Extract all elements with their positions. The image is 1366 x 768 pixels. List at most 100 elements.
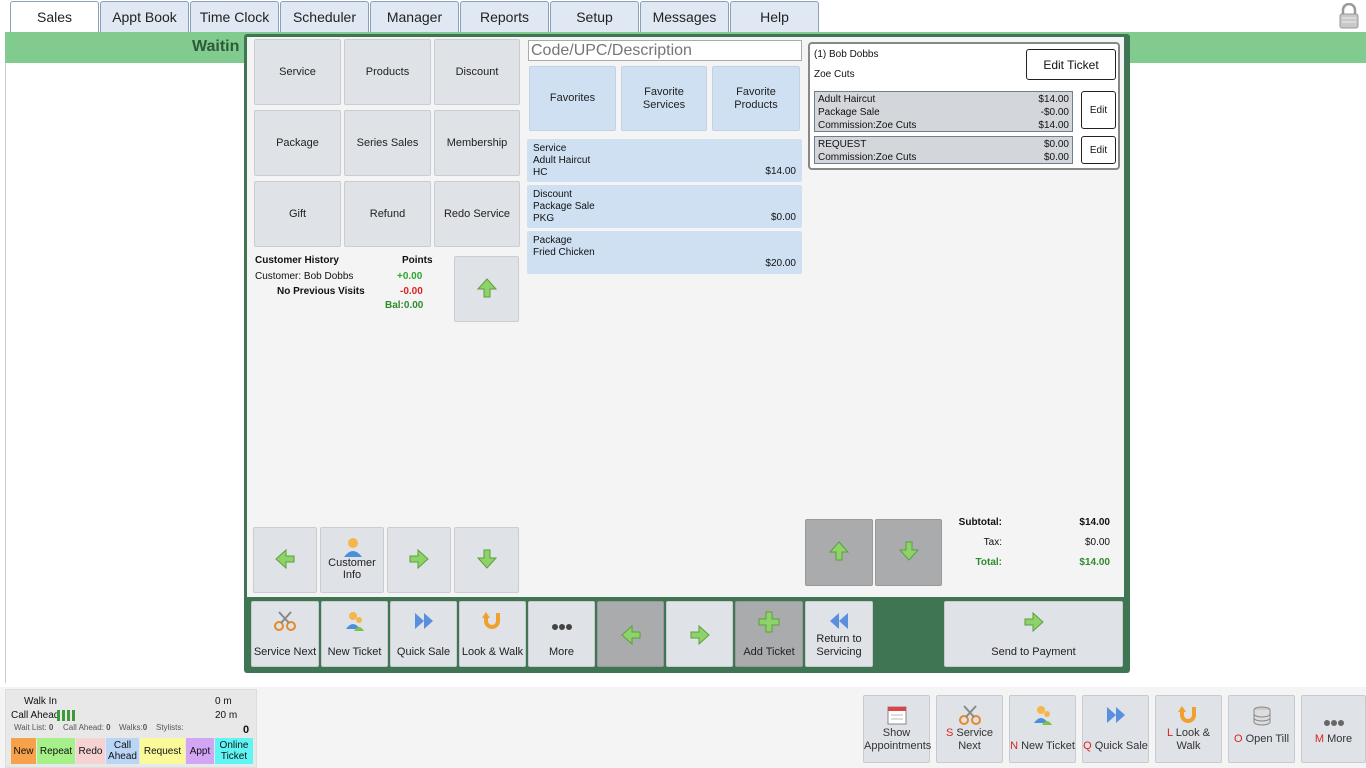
line-item-amount: $0.00 xyxy=(1043,139,1069,150)
add-ticket-button[interactable]: Add Ticket xyxy=(735,601,803,667)
search-input[interactable] xyxy=(528,40,802,61)
chip-redo[interactable]: Redo xyxy=(76,738,105,764)
bottom-more-label: M More xyxy=(1314,733,1353,745)
favorite-products-button[interactable]: Favorite Products xyxy=(712,66,800,131)
tab-scheduler[interactable]: Scheduler xyxy=(280,1,369,32)
lock-icon[interactable] xyxy=(1338,2,1360,29)
total-row: Total: $14.00 xyxy=(950,557,1112,571)
return-servicing-button[interactable]: Return to Servicing xyxy=(805,601,873,667)
line-item-name: Commission:Zoe Cuts xyxy=(818,120,917,131)
tab-time-clock[interactable]: Time Clock xyxy=(190,1,279,32)
walk-in-time: 0 m xyxy=(215,696,232,707)
tab-sales[interactable]: Sales xyxy=(10,1,99,32)
arrow-up-icon xyxy=(828,540,850,565)
category-package[interactable]: Package xyxy=(254,110,341,176)
bottom-new-ticket-button[interactable]: N New Ticket xyxy=(1009,695,1076,763)
category-series-sales[interactable]: Series Sales xyxy=(344,110,431,176)
chip-appt[interactable]: Appt xyxy=(186,738,214,764)
return-servicing-label: Return to Servicing xyxy=(816,633,862,658)
queue-status: Walk In 0 m Call Ahead 20 m Wait List: 0… xyxy=(5,689,257,768)
prev-ticket-button[interactable] xyxy=(597,601,664,667)
ticket-scroll-up-button[interactable] xyxy=(805,519,873,586)
item-name: Adult Haircut xyxy=(533,155,591,166)
tab-messages[interactable]: Messages xyxy=(640,1,729,32)
tab-manager[interactable]: Manager xyxy=(370,1,459,32)
customer-info-button[interactable]: Customer Info xyxy=(320,527,384,593)
call-ahead-time: 20 m xyxy=(215,710,238,721)
category-service[interactable]: Service xyxy=(254,39,341,105)
next-ticket-button[interactable] xyxy=(666,601,733,667)
list-item[interactable]: Service Adult Haircut HC $14.00 xyxy=(527,139,802,182)
nav-left-button[interactable] xyxy=(253,527,317,593)
bottom-more-button[interactable]: M More xyxy=(1301,695,1366,763)
chip-new[interactable]: New xyxy=(11,738,36,764)
bottom-look-walk-label: L Look & Walk xyxy=(1166,727,1211,752)
edit-line-button[interactable]: Edit xyxy=(1081,136,1116,164)
list-item[interactable]: Discount Package Sale PKG $0.00 xyxy=(527,185,802,228)
new-ticket-button[interactable]: New Ticket xyxy=(321,601,388,667)
category-gift[interactable]: Gift xyxy=(254,181,341,247)
service-next-button[interactable]: Service Next xyxy=(251,601,319,667)
ticket-scroll-down-button[interactable] xyxy=(875,519,942,586)
chip-call-ahead[interactable]: Call Ahead xyxy=(106,738,139,764)
arrow-down-icon xyxy=(898,540,920,565)
points-plus: +0.00 xyxy=(397,271,423,282)
nav-down-button[interactable] xyxy=(454,527,519,593)
edit-ticket-button[interactable]: Edit Ticket xyxy=(1026,49,1116,80)
people-icon xyxy=(1033,705,1053,728)
tab-reports[interactable]: Reports xyxy=(460,1,549,32)
tax-label: Tax: xyxy=(983,537,1002,548)
stylists-stat: Stylists: xyxy=(156,723,184,732)
quick-sale-label: Quick Sale xyxy=(396,646,451,658)
people-icon xyxy=(345,611,365,634)
line-item-name: Adult Haircut xyxy=(818,94,876,105)
list-item[interactable]: Package Fried Chicken $20.00 xyxy=(527,231,802,274)
item-price: $20.00 xyxy=(765,258,796,269)
send-to-payment-label: Send to Payment xyxy=(991,646,1076,658)
item-name: Package Sale xyxy=(533,201,595,212)
open-till-button[interactable]: O Open Till xyxy=(1228,695,1295,763)
chip-request[interactable]: Request xyxy=(140,738,185,764)
favorites-button[interactable]: Favorites xyxy=(529,66,616,131)
item-type: Discount xyxy=(533,189,572,200)
category-redo-service[interactable]: Redo Service xyxy=(434,181,520,247)
no-visits-label: No Previous Visits xyxy=(277,286,365,297)
call-ahead-count-stat: Call Ahead: 0 xyxy=(63,723,111,732)
walk-in-label: Walk In xyxy=(24,696,57,707)
bottom-look-walk-button[interactable]: L Look & Walk xyxy=(1155,695,1222,763)
ticket-line[interactable]: REQUEST $0.00 Commission:Zoe Cuts $0.00 xyxy=(814,136,1073,164)
bottom-quick-sale-button[interactable]: Q Quick Sale xyxy=(1082,695,1149,763)
chip-online-ticket[interactable]: Online Ticket xyxy=(215,738,253,764)
ticket-panel: (1) Bob Dobbs Zoe Cuts Edit Ticket Adult… xyxy=(808,42,1120,170)
edit-line-button[interactable]: Edit xyxy=(1081,91,1116,129)
arrow-right-icon xyxy=(689,624,711,649)
nav-right-button[interactable] xyxy=(387,527,451,593)
more-button[interactable]: More xyxy=(528,601,595,667)
category-refund[interactable]: Refund xyxy=(344,181,431,247)
look-walk-button[interactable]: Look & Walk xyxy=(459,601,526,667)
tab-setup[interactable]: Setup xyxy=(550,1,639,32)
tax-row: Tax: $0.00 xyxy=(950,537,1112,551)
points-label: Points xyxy=(402,255,433,266)
history-scroll-up-button[interactable] xyxy=(454,256,519,322)
u-turn-icon xyxy=(1177,705,1200,728)
call-ahead-label: Call Ahead xyxy=(11,710,60,721)
rewind-icon xyxy=(828,611,850,634)
stylist-count: 0 xyxy=(243,724,250,736)
divider xyxy=(5,63,6,683)
bottom-service-next-button[interactable]: S Service Next xyxy=(936,695,1003,763)
chip-repeat[interactable]: Repeat xyxy=(37,738,75,764)
category-products[interactable]: Products xyxy=(344,39,431,105)
ticket-line[interactable]: Adult Haircut $14.00 Package Sale -$0.00… xyxy=(814,91,1073,132)
tab-help[interactable]: Help xyxy=(730,1,819,32)
line-item-name: Package Sale xyxy=(818,107,880,118)
quick-sale-button[interactable]: Quick Sale xyxy=(390,601,457,667)
show-appointments-button[interactable]: Show Appointments xyxy=(863,695,931,763)
send-to-payment-button[interactable]: Send to Payment xyxy=(944,601,1123,667)
category-membership[interactable]: Membership xyxy=(434,110,520,176)
tab-appt-book[interactable]: Appt Book xyxy=(100,1,189,32)
subtotal-value: $14.00 xyxy=(1079,517,1110,528)
favorite-services-button[interactable]: Favorite Services xyxy=(621,66,707,131)
points-balance: Bal:0.00 xyxy=(385,300,424,311)
category-discount[interactable]: Discount xyxy=(434,39,520,105)
